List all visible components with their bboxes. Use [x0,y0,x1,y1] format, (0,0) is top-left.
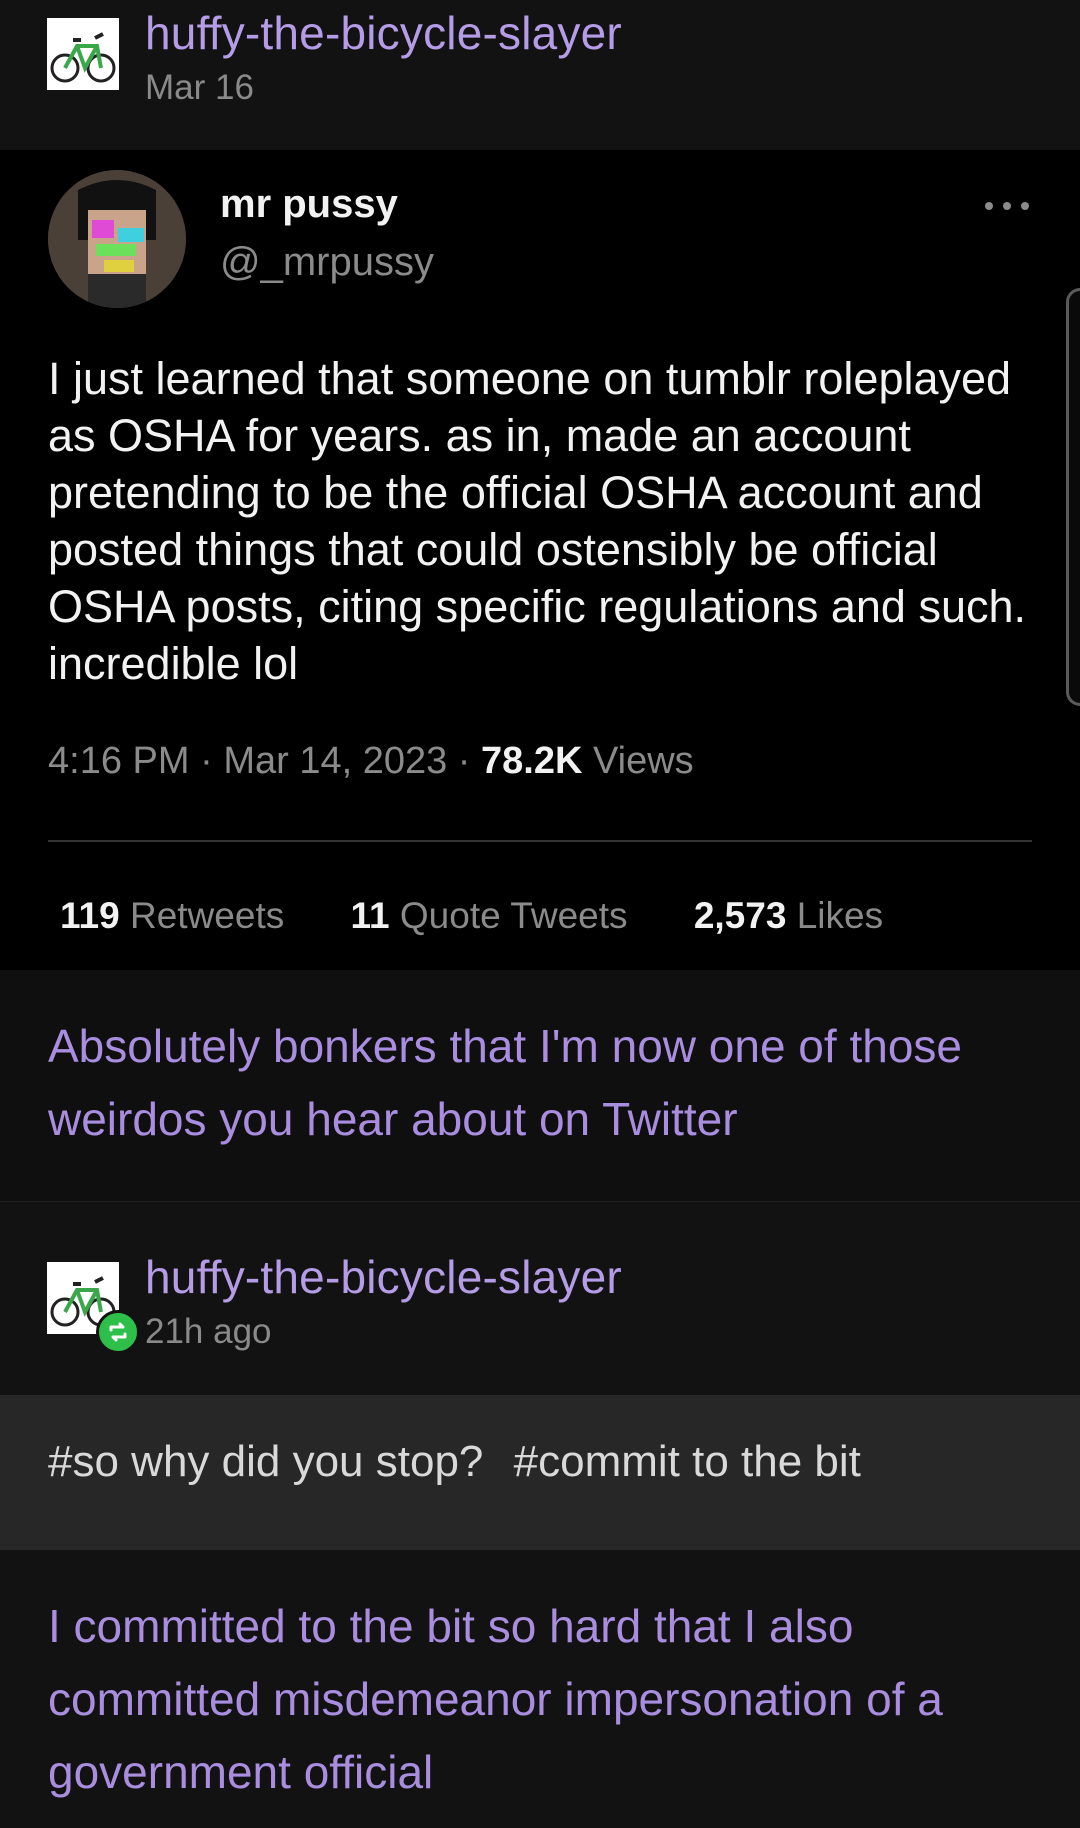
reblog-time: 21h ago [145,1312,272,1351]
tweet-date: Mar 14, 2023 [223,740,448,782]
reblog-author-name[interactable]: huffy-the-bicycle-slayer [145,1250,622,1304]
more-dot [1021,202,1029,210]
bicycle-avatar-icon[interactable] [47,18,119,90]
tweet-stats: 119 Retweets 11 Quote Tweets 2,573 Likes [60,895,939,937]
reblog-icon [96,1310,140,1354]
tweet-time: 4:16 PM [48,740,190,782]
tweet-meta: 4:16 PM · Mar 14, 2023 · 78.2K Views [48,740,694,783]
quotes-stat[interactable]: 11 Quote Tweets [351,895,628,936]
post-date: Mar 16 [145,68,254,107]
tweet-display-name[interactable]: mr pussy [220,182,398,227]
likes-label: Likes [796,895,884,936]
views-count: 78.2K [481,740,583,782]
meta-separator: · [457,740,482,782]
quotes-label: Quote Tweets [399,895,628,936]
likes-count: 2,573 [693,895,787,936]
comment-text: I committed to the bit so hard that I al… [48,1600,943,1798]
comment-text: Absolutely bonkers that I'm now one of t… [48,1020,962,1145]
views-label: Views [592,740,694,782]
tag[interactable]: #commit to the bit [514,1437,861,1486]
quotes-count: 11 [350,895,390,936]
tweet-body: I just learned that someone on tumblr ro… [48,353,1027,689]
tweet-avatar [48,170,186,308]
retweets-count: 119 [60,895,120,936]
tweet-divider [48,840,1032,842]
tags-row: #so why did you stop? #commit to the bit [0,1395,1080,1550]
more-options-icon[interactable] [985,200,1029,212]
tag[interactable]: #so why did you stop? [48,1437,483,1486]
more-dot [1003,202,1011,210]
meta-separator: · [200,740,224,782]
tag-list: #so why did you stop? #commit to the bit [48,1437,879,1487]
more-dot [985,202,993,210]
embedded-tweet: mr pussy @_mrpussy I just learned that s… [0,150,1080,970]
reblog-comment: I committed to the bit so hard that I al… [0,1550,1080,1828]
post-comment: Absolutely bonkers that I'm now one of t… [0,970,1080,1202]
retweets-label: Retweets [129,895,285,936]
likes-stat[interactable]: 2,573 Likes [694,895,883,936]
retweets-stat[interactable]: 119 Retweets [60,895,284,936]
post-header: huffy-the-bicycle-slayer Mar 16 [0,0,1080,150]
post-author-name[interactable]: huffy-the-bicycle-slayer [145,6,622,60]
scrollbar[interactable] [1066,288,1080,706]
tumblr-post-page: huffy-the-bicycle-slayer Mar 16 mr pussy… [0,0,1080,1828]
reblog-header: huffy-the-bicycle-slayer 21h ago [0,1202,1080,1395]
tweet-handle[interactable]: @_mrpussy [220,240,434,285]
